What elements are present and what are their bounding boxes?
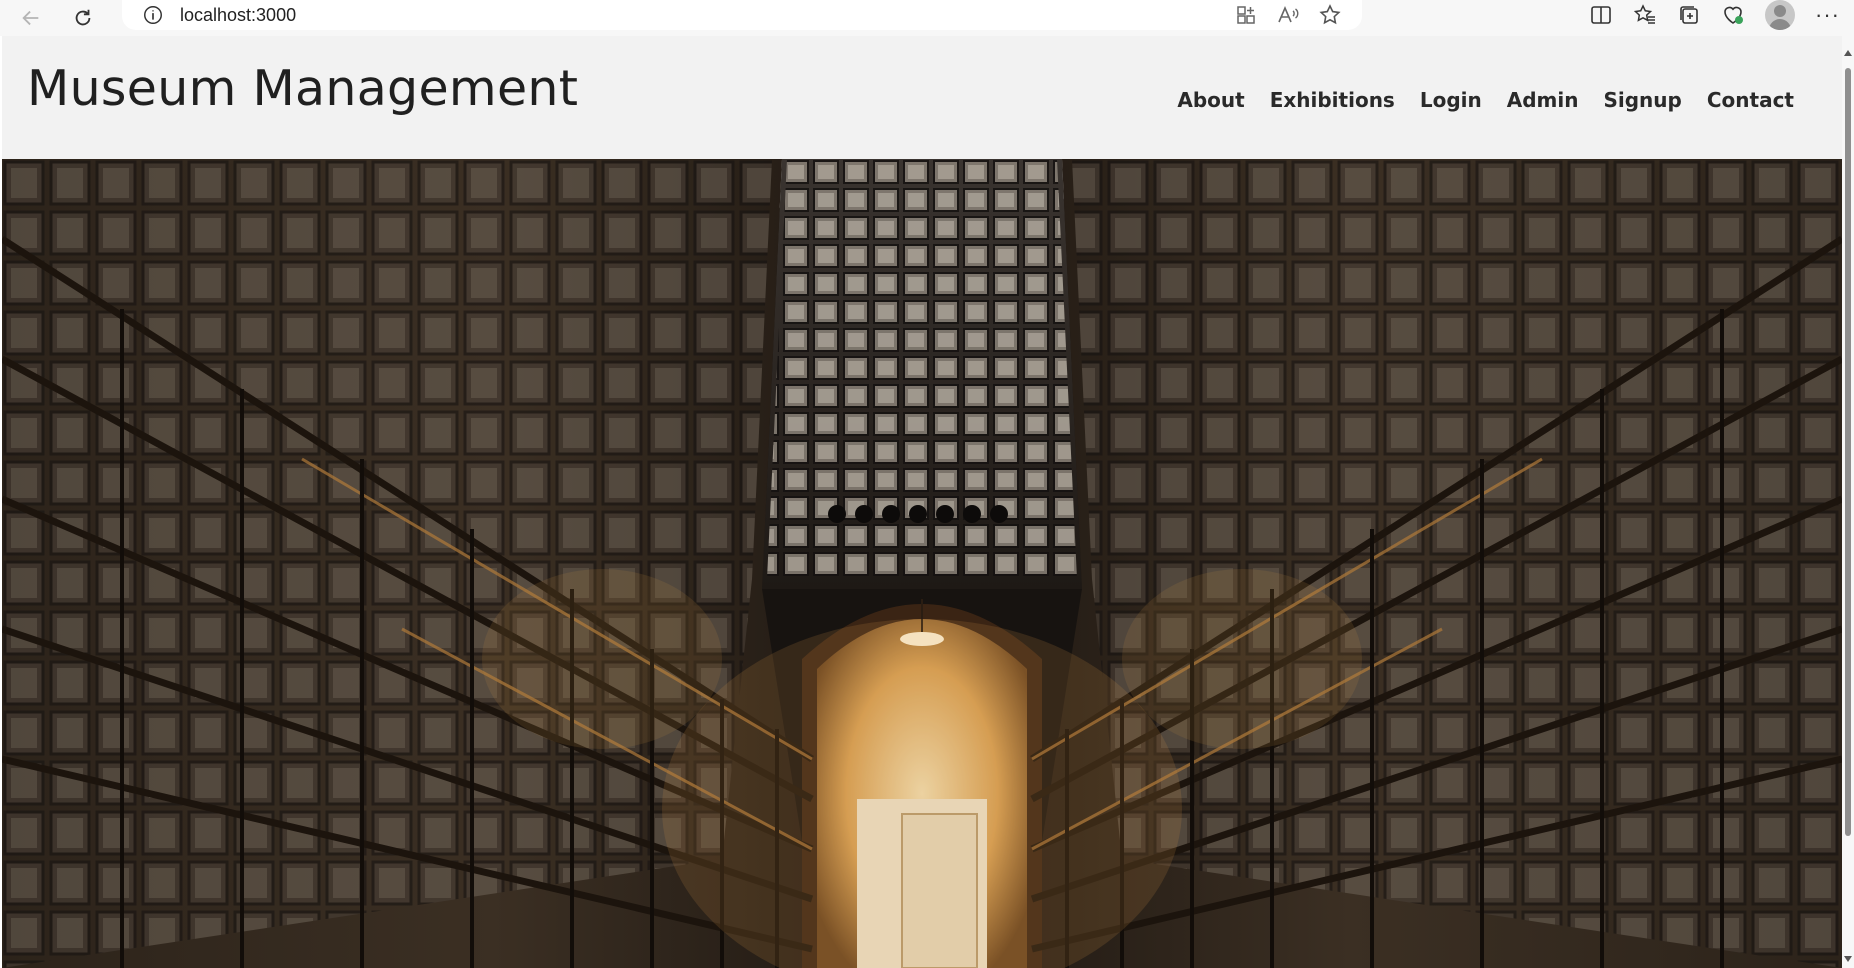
browser-toolbar: localhost:3000 ··· (0, 0, 1854, 36)
nav-signup[interactable]: Signup (1603, 88, 1681, 112)
app-icon[interactable] (1234, 3, 1258, 27)
back-button[interactable] (14, 3, 48, 33)
nav-contact[interactable]: Contact (1707, 88, 1794, 112)
page-viewport: Museum Management About Exhibitions Logi… (2, 36, 1842, 968)
scroll-thumb[interactable] (1845, 68, 1851, 836)
refresh-button[interactable] (66, 3, 100, 33)
info-icon (144, 6, 162, 24)
refresh-icon (75, 9, 91, 26)
scroll-up-icon[interactable] (1844, 50, 1852, 56)
hero-image (2, 159, 1842, 968)
read-aloud-icon[interactable] (1276, 3, 1300, 27)
address-bar[interactable]: localhost:3000 (122, 0, 1362, 30)
more-icon[interactable]: ··· (1815, 4, 1840, 26)
star-icon[interactable] (1318, 3, 1342, 27)
site-header: Museum Management About Exhibitions Logi… (2, 36, 1842, 159)
main-nav: About Exhibitions Login Admin Signup Con… (1177, 88, 1794, 112)
nav-login[interactable]: Login (1420, 88, 1482, 112)
scroll-down-icon[interactable] (1844, 956, 1852, 962)
favorites-icon[interactable] (1633, 3, 1657, 27)
split-screen-icon[interactable] (1589, 3, 1613, 27)
page-scrollbar[interactable] (1842, 36, 1854, 968)
nav-exhibitions[interactable]: Exhibitions (1270, 88, 1395, 112)
site-title: Museum Management (27, 60, 579, 117)
browser-essentials-icon[interactable] (1721, 3, 1745, 27)
url-text[interactable]: localhost:3000 (180, 5, 296, 26)
profile-avatar[interactable] (1765, 0, 1796, 30)
nav-admin[interactable]: Admin (1507, 88, 1579, 112)
collections-icon[interactable] (1677, 3, 1701, 27)
nav-about[interactable]: About (1177, 88, 1244, 112)
museum-hall-illustration (2, 159, 1842, 968)
back-arrow-icon (22, 10, 39, 26)
